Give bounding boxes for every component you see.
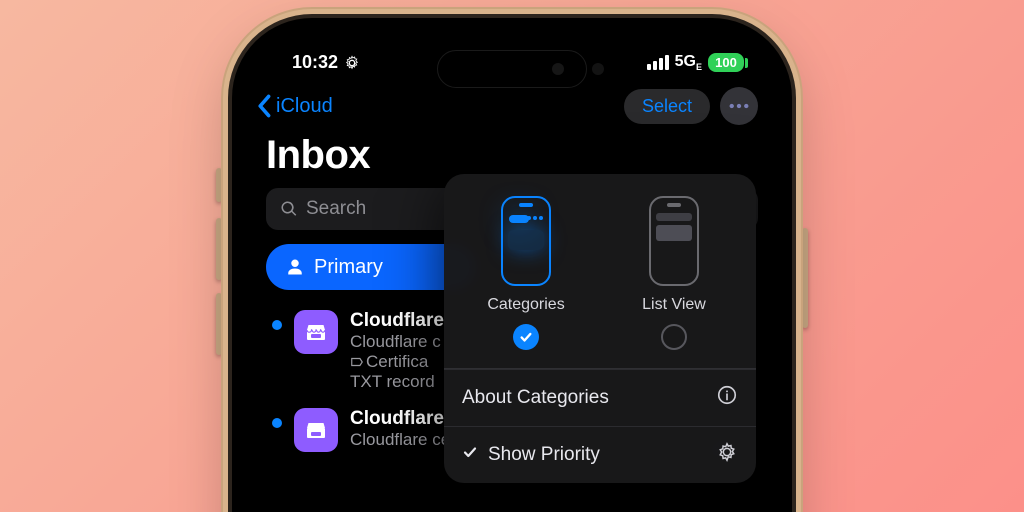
check-icon	[519, 330, 533, 344]
option-categories[interactable]: Categories	[452, 196, 600, 350]
tag-icon	[350, 355, 364, 369]
gear-icon	[716, 441, 738, 469]
sender-app-icon	[294, 408, 338, 452]
about-categories-row[interactable]: About Categories	[444, 369, 756, 426]
radio-selected[interactable]	[513, 324, 539, 350]
person-icon	[286, 258, 304, 276]
primary-chip-label: Primary	[314, 256, 383, 279]
more-button[interactable]	[720, 87, 758, 125]
about-categories-label: About Categories	[462, 387, 609, 409]
volume-up-button[interactable]	[216, 168, 222, 202]
mail-preview-line: Certifica	[350, 352, 444, 372]
volume-down-button[interactable]	[216, 218, 222, 280]
storefront-icon	[304, 418, 328, 442]
option-listview-label: List View	[642, 296, 706, 314]
page-title: Inbox	[266, 133, 758, 178]
search-icon	[280, 200, 298, 218]
back-label: iCloud	[276, 95, 333, 118]
battery-indicator: 100	[708, 53, 744, 72]
mail-sender: Cloudflare	[350, 310, 444, 332]
mail-preview-line: Cloudflare c	[350, 332, 444, 352]
nav-bar: iCloud Select	[246, 81, 778, 131]
back-button[interactable]: iCloud	[256, 94, 333, 118]
show-priority-label: Show Priority	[488, 444, 600, 466]
cellular-bars-icon	[647, 55, 669, 70]
sender-app-icon	[294, 310, 338, 354]
categories-preview-icon	[501, 196, 551, 286]
power-button[interactable]	[802, 228, 808, 328]
show-priority-row[interactable]: Show Priority	[444, 426, 756, 483]
unread-dot-icon	[272, 418, 282, 428]
checkmark-icon	[462, 444, 478, 466]
option-categories-label: Categories	[487, 296, 564, 314]
screen: 10:32 5GE 100 iCloud Select	[246, 30, 778, 512]
info-icon	[716, 384, 738, 412]
storefront-icon	[304, 320, 328, 344]
ellipsis-icon	[729, 103, 749, 109]
action-button[interactable]	[216, 293, 222, 355]
dynamic-island	[437, 50, 587, 88]
unread-dot-icon	[272, 320, 282, 330]
view-options-popover: Categories List View About	[444, 174, 756, 483]
option-listview[interactable]: List View	[600, 196, 748, 350]
focus-icon	[344, 55, 360, 71]
listview-preview-icon	[649, 196, 699, 286]
mail-preview-line: TXT record	[350, 372, 444, 392]
network-label: 5GE	[675, 53, 702, 72]
radio-unselected[interactable]	[661, 324, 687, 350]
phone-frame: 10:32 5GE 100 iCloud Select	[232, 18, 792, 512]
status-time: 10:32	[292, 52, 338, 73]
select-button[interactable]: Select	[624, 89, 710, 124]
search-placeholder: Search	[306, 198, 366, 220]
chevron-left-icon	[256, 94, 274, 118]
